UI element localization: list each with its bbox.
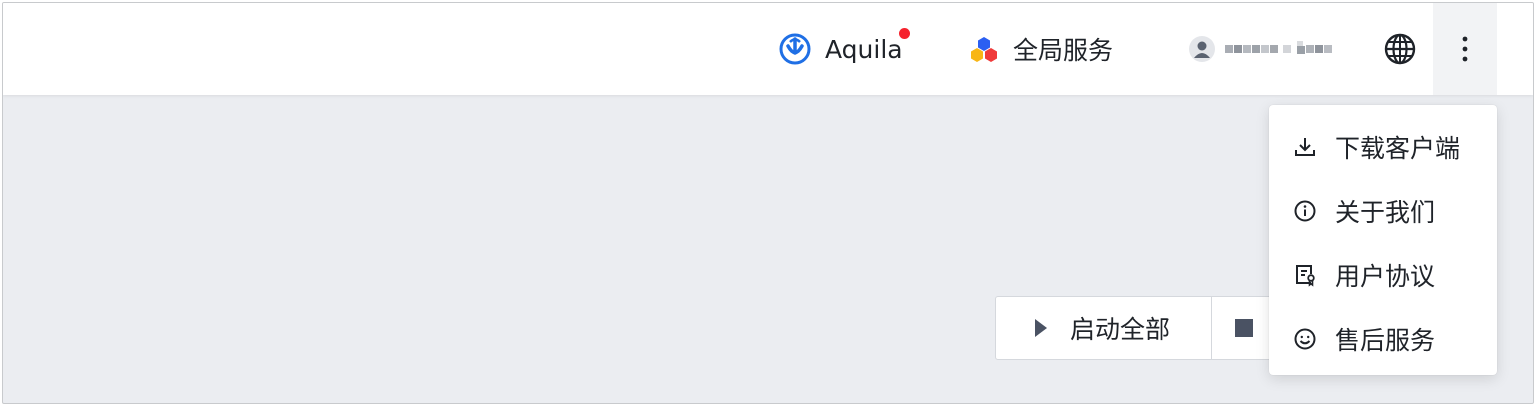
menu-item-label: 关于我们 [1335,198,1436,227]
menu-item-about-us[interactable]: 关于我们 [1269,183,1497,239]
vertical-ellipsis-icon [1462,36,1468,62]
play-icon [1035,319,1047,337]
menu-item-label: 用户协议 [1335,262,1436,291]
aquila-nav-item[interactable]: Aquila [779,29,903,69]
stop-all-button[interactable] [1212,297,1272,359]
more-options-dropdown: 下载客户端 关于我们 用户协议 售后服务 [1269,105,1497,375]
agreement-icon [1296,265,1315,287]
global-services-nav-item[interactable]: 全局服务 [969,29,1113,69]
download-icon [1295,138,1315,156]
info-icon [1294,200,1316,222]
app-window: Aquila 全局服务 启动全部 下载客户端 关于我们 用户协议 售后服务 [2,2,1534,404]
more-options-button[interactable] [1433,3,1497,95]
start-all-label: 启动全部 [1070,315,1171,344]
smile-icon [1294,328,1316,350]
user-avatar-icon [1189,36,1215,62]
global-services-label: 全局服务 [1013,36,1114,65]
top-navigation-bar: Aquila 全局服务 [3,3,1533,95]
user-menu[interactable] [1189,29,1333,69]
menu-item-after-sales[interactable]: 售后服务 [1269,311,1497,367]
menu-item-label: 下载客户端 [1335,134,1461,163]
start-all-button[interactable]: 启动全部 [996,297,1212,359]
aquila-label: Aquila [825,34,903,64]
menu-item-download-client[interactable]: 下载客户端 [1269,119,1497,175]
menu-item-label: 售后服务 [1335,326,1436,355]
user-name-redacted [1225,41,1333,57]
stop-icon [1235,319,1253,337]
menu-item-user-agreement[interactable]: 用户协议 [1269,247,1497,303]
language-globe-icon[interactable] [1383,32,1417,66]
bulk-action-button-group: 启动全部 [995,296,1273,360]
services-cubes-icon [971,37,997,62]
aquila-logo-icon [779,33,811,65]
notification-badge [899,28,910,39]
